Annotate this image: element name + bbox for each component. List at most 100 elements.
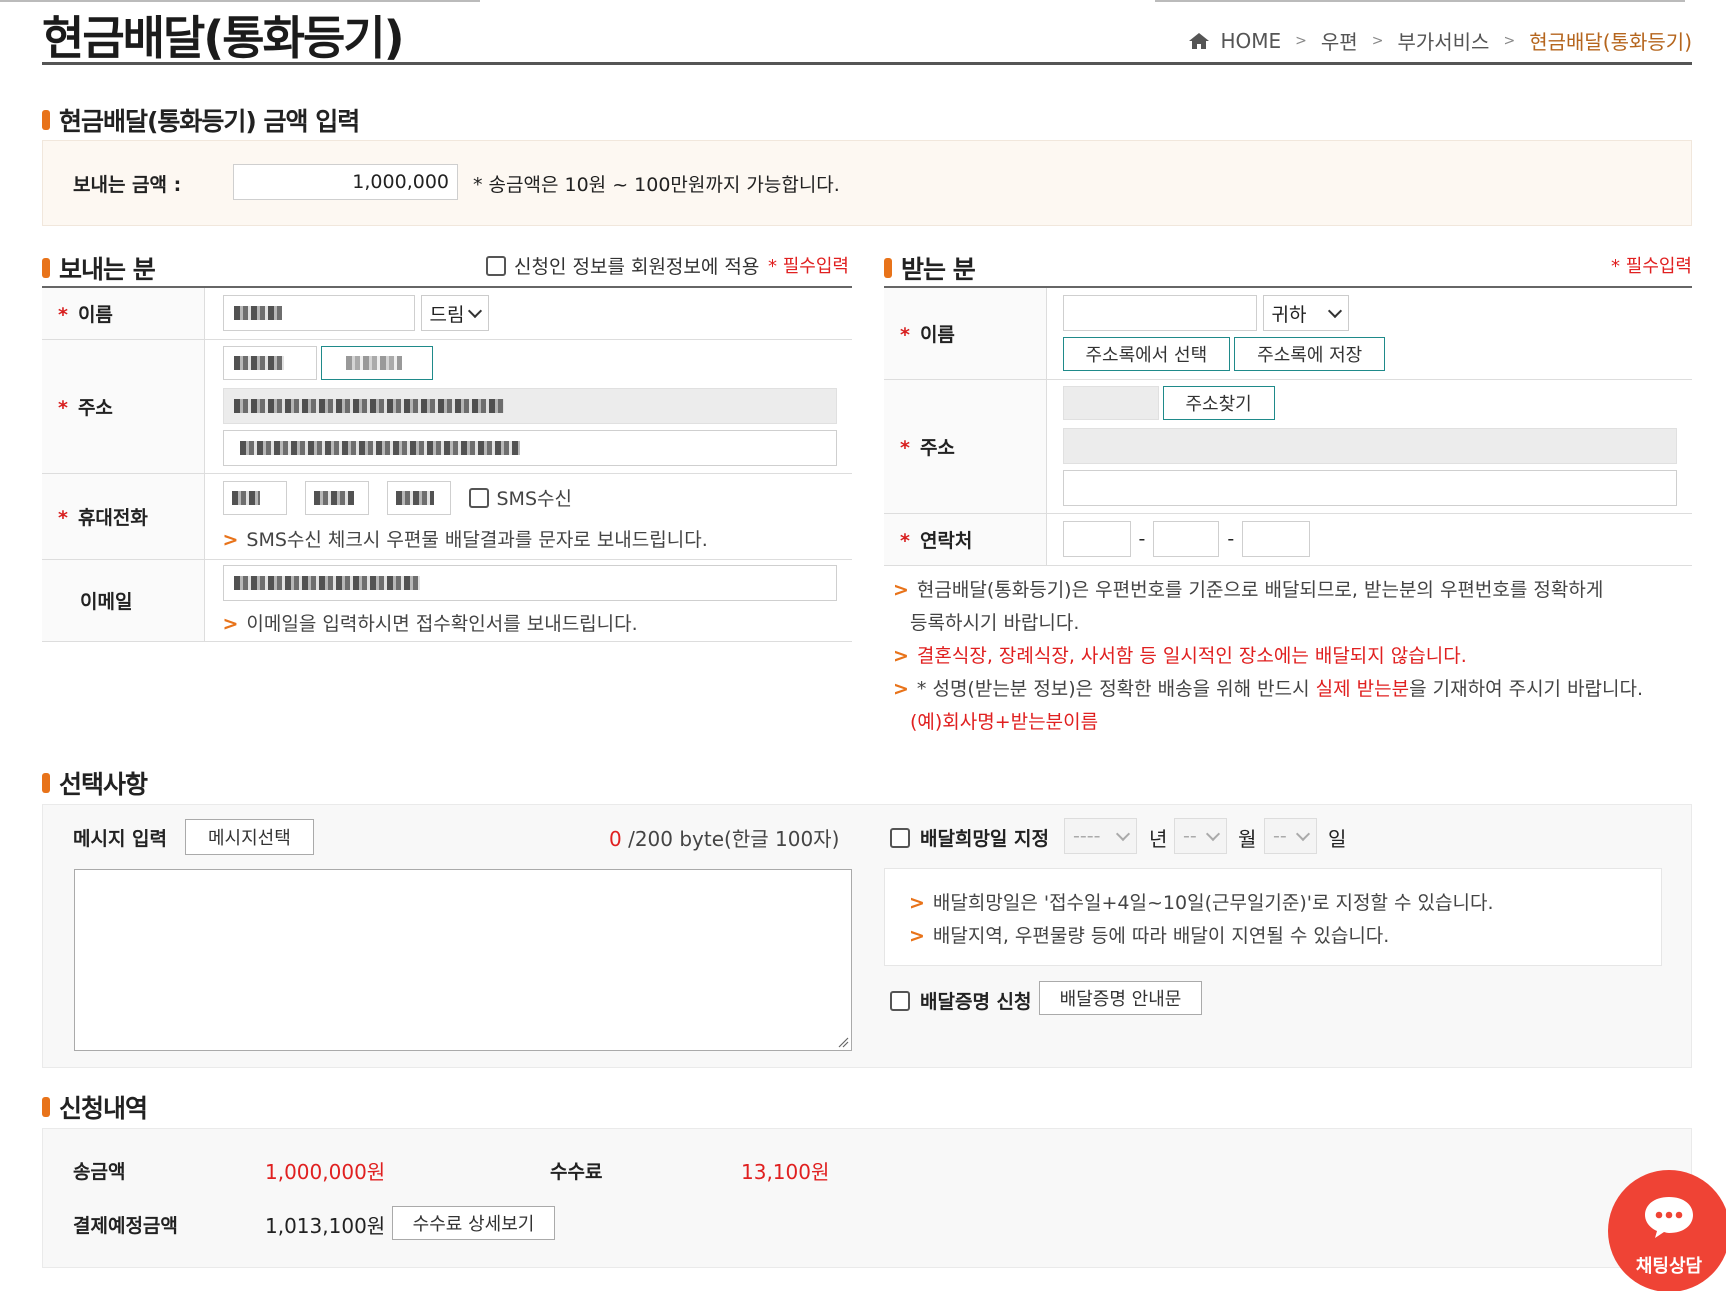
receiver-contact-cell: - - — [1046, 512, 1692, 566]
sender-address-detail-input[interactable] — [222, 430, 837, 466]
fee-detail-button[interactable]: 수수료 상세보기 — [392, 1206, 555, 1240]
blurred-text — [395, 490, 434, 505]
receiver-note-1a-text: 현금배달(통화등기)은 우편번호를 기준으로 배달되므로, 받는분의 우편번호를… — [916, 579, 1604, 601]
receiver-note-1b-text: 등록하시기 바랍니다. — [910, 612, 1080, 634]
history-title-text: 신청내역 — [59, 1094, 148, 1123]
receiver-note-2-text: 결혼식장, 장례식장, 사서함 등 일시적인 장소에는 배달되지 않습니다. — [916, 645, 1467, 667]
receiver-title-text: 받는 분 — [901, 255, 976, 284]
section-marker — [42, 1097, 50, 1117]
message-select-button[interactable]: 메시지선택 — [185, 819, 314, 855]
chevron-right-icon: > — [1295, 32, 1307, 49]
sms-checkbox[interactable] — [468, 487, 489, 508]
year-select[interactable]: ---- — [1064, 818, 1137, 854]
email-note: > 이메일을 입력하시면 접수확인서를 보내드립니다. — [222, 612, 638, 635]
desired-date-notes: > 배달희망일은 '접수일+4일~10일(근무일기준)'로 지정할 수 있습니다.… — [884, 868, 1662, 966]
receiver-name-cell: 귀하 주소록에서 선택 주소록에 저장 — [1046, 286, 1692, 380]
receiver-address-detail-input[interactable] — [1062, 470, 1677, 506]
receiver-suffix-select[interactable]: 귀하 — [1262, 295, 1349, 332]
message-textarea[interactable] — [74, 869, 852, 1051]
history-amount-label: 송금액 — [73, 1161, 126, 1183]
resize-handle-icon[interactable] — [837, 1036, 849, 1048]
desired-date-checkbox[interactable] — [890, 827, 910, 848]
blurred-text — [231, 490, 260, 505]
sms-label: SMS수신 — [496, 488, 572, 510]
receiver-note-3-pre: * 성명(받는분 정보)은 정확한 배송을 위해 반드시 — [916, 678, 1316, 700]
chevron-down-icon — [467, 303, 482, 318]
history-fee-value: 13,100원 — [741, 1160, 830, 1184]
sender-phone-3[interactable] — [386, 480, 451, 515]
receiver-suffix-value: 귀하 — [1271, 303, 1307, 326]
apply-member-label: 신청인 정보를 회원정보에 적용 — [514, 256, 760, 278]
receiver-contact-3[interactable] — [1242, 521, 1311, 557]
sender-required-text: * 필수입력 — [768, 256, 849, 277]
home-icon — [1189, 32, 1210, 49]
blurred-text — [239, 441, 520, 455]
chat-button[interactable]: 채팅상담 — [1608, 1170, 1726, 1291]
breadcrumb-home[interactable]: HOME — [1220, 29, 1281, 53]
addressbook-select-button[interactable]: 주소록에서 선택 — [1062, 337, 1231, 372]
addressbook-save-button[interactable]: 주소록에 저장 — [1234, 337, 1386, 372]
receiver-name-label: 이름 — [919, 323, 955, 346]
email-note-text: 이메일을 입력하시면 접수확인서를 보내드립니다. — [246, 612, 638, 635]
breadcrumb-current: 현금배달(통화등기) — [1529, 30, 1692, 54]
blurred-text — [233, 306, 282, 321]
day-select[interactable]: -- — [1264, 818, 1317, 854]
amount-input[interactable]: 1,000,000 — [233, 164, 458, 200]
receiver-contact-1[interactable] — [1062, 521, 1131, 557]
sender-email-label: 이메일 — [80, 590, 133, 613]
sms-checkbox-group[interactable]: SMS수신 — [468, 484, 572, 511]
breadcrumb-post[interactable]: 우편 — [1321, 26, 1358, 55]
sender-address-input[interactable] — [222, 388, 837, 424]
section-marker — [42, 773, 50, 793]
delivery-proof-checkbox[interactable] — [890, 990, 910, 1011]
sender-suffix-value: 드림 — [429, 303, 465, 326]
receiver-address-input[interactable] — [1062, 428, 1677, 464]
sender-name-label: 이름 — [77, 303, 113, 326]
sender-name-th: * 이름 — [42, 286, 205, 340]
receiver-name-th: * 이름 — [884, 286, 1047, 380]
chat-label: 채팅상담 — [1635, 1256, 1703, 1277]
delivery-proof-guide-button[interactable]: 배달증명 안내문 — [1039, 981, 1202, 1015]
options-title-text: 선택사항 — [59, 770, 148, 799]
receiver-section-title: 받는 분 — [884, 250, 976, 286]
history-total-value: 1,013,100원 — [265, 1214, 386, 1238]
sender-address-th: * 주소 — [42, 338, 205, 474]
apply-member-info[interactable]: 신청인 정보를 회원정보에 적용 — [486, 252, 759, 279]
month-select[interactable]: -- — [1174, 818, 1227, 854]
receiver-address-search-button[interactable]: 주소찾기 — [1162, 386, 1275, 420]
blurred-text — [233, 575, 420, 590]
options-section-title: 선택사항 — [42, 765, 148, 801]
apply-member-checkbox[interactable] — [486, 255, 506, 276]
sender-phone-2[interactable] — [304, 480, 369, 515]
sender-name-input[interactable] — [222, 295, 415, 332]
breadcrumb-extra-services[interactable]: 부가서비스 — [1397, 26, 1489, 55]
sender-zipcode-input[interactable] — [222, 346, 317, 380]
receiver-name-input[interactable] — [1062, 295, 1257, 332]
sender-title-text: 보내는 분 — [59, 255, 156, 284]
desired-date-label: 배달희망일 지정 — [920, 828, 1049, 850]
receiver-note-3: > * 성명(받는분 정보)은 정확한 배송을 위해 반드시 실제 받는분을 기재… — [893, 678, 1644, 700]
amount-section-title: 현금배달(통화등기) 금액 입력 — [42, 102, 360, 138]
sender-address-search-button[interactable] — [320, 346, 433, 380]
delivery-proof-group: 배달증명 신청 — [890, 987, 1032, 1014]
receiver-required-text: * 필수입력 — [1611, 256, 1692, 277]
sender-required-note: * 필수입력 — [768, 252, 849, 278]
receiver-zipcode-input[interactable] — [1062, 386, 1159, 420]
top-border-right — [1155, 0, 1685, 2]
date-note-1: > 배달희망일은 '접수일+4일~10일(근무일기준)'로 지정할 수 있습니다. — [909, 892, 1494, 914]
desired-date-group: 배달희망일 지정 — [890, 824, 1049, 851]
receiver-contact-2[interactable] — [1153, 521, 1220, 557]
sender-phone-th: * 휴대전화 — [42, 472, 205, 560]
sender-email-input[interactable] — [222, 564, 837, 601]
sender-section-title: 보내는 분 — [42, 250, 156, 286]
blurred-text — [233, 356, 284, 370]
day-unit: 일 — [1328, 827, 1347, 851]
receiver-address-cell: 주소찾기 — [1046, 378, 1692, 514]
message-label: 메시지 입력 — [73, 828, 168, 850]
sender-phone-1[interactable] — [222, 480, 287, 515]
receiver-note-3-post: 을 기재하여 주시기 바랍니다. — [1409, 678, 1644, 700]
history-fee-label: 수수료 — [550, 1161, 603, 1183]
sender-suffix-select[interactable]: 드림 — [420, 295, 489, 332]
receiver-address-label: 주소 — [919, 436, 955, 459]
title-rule — [42, 62, 1692, 65]
